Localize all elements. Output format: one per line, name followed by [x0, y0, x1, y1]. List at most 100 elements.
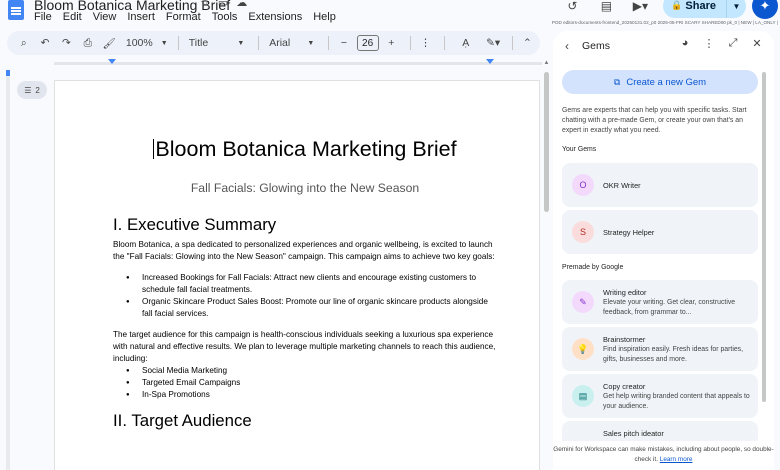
gem-card-writing-editor[interactable]: ✎ Writing editor Elevate your writing. G… [562, 280, 758, 324]
font-select[interactable]: Arial ▼ [265, 33, 318, 53]
create-gem-label: Create a new Gem [626, 76, 707, 88]
redo-icon[interactable]: ↷ [58, 33, 75, 53]
menu-extensions[interactable]: Extensions [248, 11, 302, 23]
list-item[interactable]: In-Spa Promotions [113, 389, 497, 401]
intro-paragraph[interactable]: Bloom Botanica, a spa dedicated to perso… [113, 239, 497, 263]
document-outline-button[interactable]: ☰ 2 [17, 81, 47, 99]
gem-card-strategy-helper[interactable]: S Strategy Helper [562, 210, 758, 254]
gem-card-brainstormer[interactable]: 💡 Brainstormer Find inspiration easily. … [562, 327, 758, 371]
gem-card-okr-writer[interactable]: O OKR Writer [562, 163, 758, 207]
scroll-up-icon[interactable]: ▲ [543, 60, 550, 67]
your-gems-label: Your Gems [562, 146, 597, 153]
lock-icon: 🔒 [671, 0, 683, 10]
gem-avatar: O [572, 174, 594, 196]
gem-desc: Find inspiration easily. Fresh ideas for… [603, 346, 744, 363]
left-indent-marker[interactable] [108, 59, 116, 64]
document-scrollbar[interactable]: ▲ [542, 60, 551, 470]
palette-icon[interactable]: ◕ [678, 37, 692, 50]
menu-file[interactable]: File [34, 11, 52, 23]
more-options-icon[interactable]: ⋮ [417, 33, 434, 53]
zoom-value: 100% [125, 37, 153, 49]
spellcheck-icon[interactable]: Ạ [457, 33, 474, 53]
scroll-thumb[interactable] [544, 72, 549, 212]
learn-more-link[interactable]: Learn more [660, 456, 693, 463]
zoom-select[interactable]: 100% ▼ [122, 33, 168, 53]
doc-title-heading[interactable]: Bloom Botanica Marketing Brief [113, 137, 497, 162]
gem-card-sales-pitch-ideator[interactable]: Sales pitch ideator [562, 421, 758, 441]
move-folder-icon[interactable]: ▭ [218, 0, 228, 9]
formatting-toolbar: ⌕ ↶ ↷ ⎙ 🖌 100% ▼ Title ▼ Arial ▼ − 26 + ⋮ Ạ… [7, 31, 540, 55]
right-indent-marker[interactable] [486, 59, 494, 64]
cloud-status-icon[interactable]: ☁ [236, 0, 247, 9]
audience-paragraph[interactable]: The target audience for this campaign is… [113, 329, 497, 365]
star-icon[interactable]: ☆ [200, 0, 210, 9]
list-item[interactable]: Social Media Marketing [113, 365, 497, 377]
toolbar-divider [444, 36, 446, 50]
toolbar-divider [328, 36, 330, 50]
vertical-ruler [6, 70, 10, 470]
document-icon: ▤ [572, 385, 594, 407]
open-in-full-icon[interactable]: ⤢ [726, 37, 740, 50]
font-value: Arial [269, 37, 291, 49]
font-size-field[interactable]: 26 [356, 33, 379, 53]
panel-header-actions: ◕ ⋮ ⤢ ✕ [678, 37, 764, 50]
share-dropdown-button[interactable]: ▼ [726, 0, 746, 18]
menu-format[interactable]: Format [166, 11, 201, 23]
top-margin-marker[interactable] [6, 70, 10, 76]
editing-mode-icon[interactable]: ✎▾ [484, 33, 501, 53]
style-select[interactable]: Title ▼ [185, 33, 249, 53]
paint-format-icon[interactable]: 🖌 [101, 33, 118, 53]
panel-scrollbar[interactable] [761, 68, 767, 408]
list-item[interactable]: Organic Skincare Product Sales Boost: Pr… [113, 296, 497, 320]
panel-scroll-thumb[interactable] [762, 72, 766, 402]
horizontal-ruler [54, 58, 542, 68]
meet-icon[interactable]: ▶▾ [629, 0, 651, 17]
more-vert-icon[interactable]: ⋮ [702, 37, 716, 50]
goals-list: Increased Bookings for Fall Facials: Att… [113, 272, 497, 320]
close-icon[interactable]: ✕ [750, 37, 764, 50]
print-icon[interactable]: ⎙ [79, 33, 96, 53]
menu-insert[interactable]: Insert [127, 11, 155, 23]
chevron-left-icon[interactable]: ‹ [565, 39, 569, 53]
document-body: Bloom Botanica Marketing Brief Fall Faci… [113, 137, 497, 435]
panel-title: Gems [582, 40, 611, 52]
style-value: Title [188, 37, 209, 49]
panel-footer: Gemini for Workspace can make mistakes, … [553, 445, 774, 465]
font-size-value: 26 [356, 35, 379, 51]
premade-label: Premade by Google [562, 264, 624, 271]
search-menus-icon[interactable]: ⌕ [15, 33, 32, 53]
edit-note-icon: ✎ [572, 291, 594, 313]
comments-icon[interactable]: ▤ [595, 0, 617, 17]
menu-tools[interactable]: Tools [212, 11, 238, 23]
undo-icon[interactable]: ↶ [36, 33, 53, 53]
create-gem-button[interactable]: ⧉ Create a new Gem [562, 70, 758, 94]
doc-title-text: Bloom Botanica Marketing Brief [155, 137, 457, 161]
docs-logo-icon[interactable] [8, 0, 24, 20]
gem-name: Strategy Helper [603, 228, 655, 237]
list-item[interactable]: Increased Bookings for Fall Facials: Att… [113, 272, 497, 296]
share-button[interactable]: 🔒 Share [663, 0, 726, 18]
share-label: Share [685, 0, 716, 12]
document-page[interactable]: Bloom Botanica Marketing Brief Fall Faci… [54, 80, 540, 470]
open-new-icon: ⧉ [613, 76, 621, 87]
outline-count: 2 [35, 85, 40, 95]
history-icon[interactable]: ↺ [561, 0, 583, 17]
ruler-track [54, 62, 542, 65]
menu-bar: File Edit View Insert Format Tools Exten… [34, 11, 336, 23]
heading-target-audience[interactable]: II. Target Audience [113, 411, 497, 431]
increase-font-size-icon[interactable]: + [383, 33, 400, 53]
heading-executive-summary[interactable]: I. Executive Summary [113, 215, 497, 235]
chevron-down-icon: ▼ [160, 39, 168, 47]
collapse-menus-icon[interactable]: ⌃ [519, 33, 536, 53]
menu-help[interactable]: Help [313, 11, 336, 23]
gem-card-copy-creator[interactable]: ▤ Copy creator Get help writing branded … [562, 374, 758, 418]
gemini-sparkle-icon[interactable]: ✦ [752, 0, 778, 19]
decrease-font-size-icon[interactable]: − [335, 33, 352, 53]
list-item[interactable]: Targeted Email Campaigns [113, 377, 497, 389]
menu-view[interactable]: View [93, 11, 117, 23]
doc-subtitle[interactable]: Fall Facials: Glowing into the New Seaso… [113, 181, 497, 195]
menu-edit[interactable]: Edit [63, 11, 82, 23]
build-note: POD editors-documents-frontend_20250131.… [551, 20, 778, 25]
